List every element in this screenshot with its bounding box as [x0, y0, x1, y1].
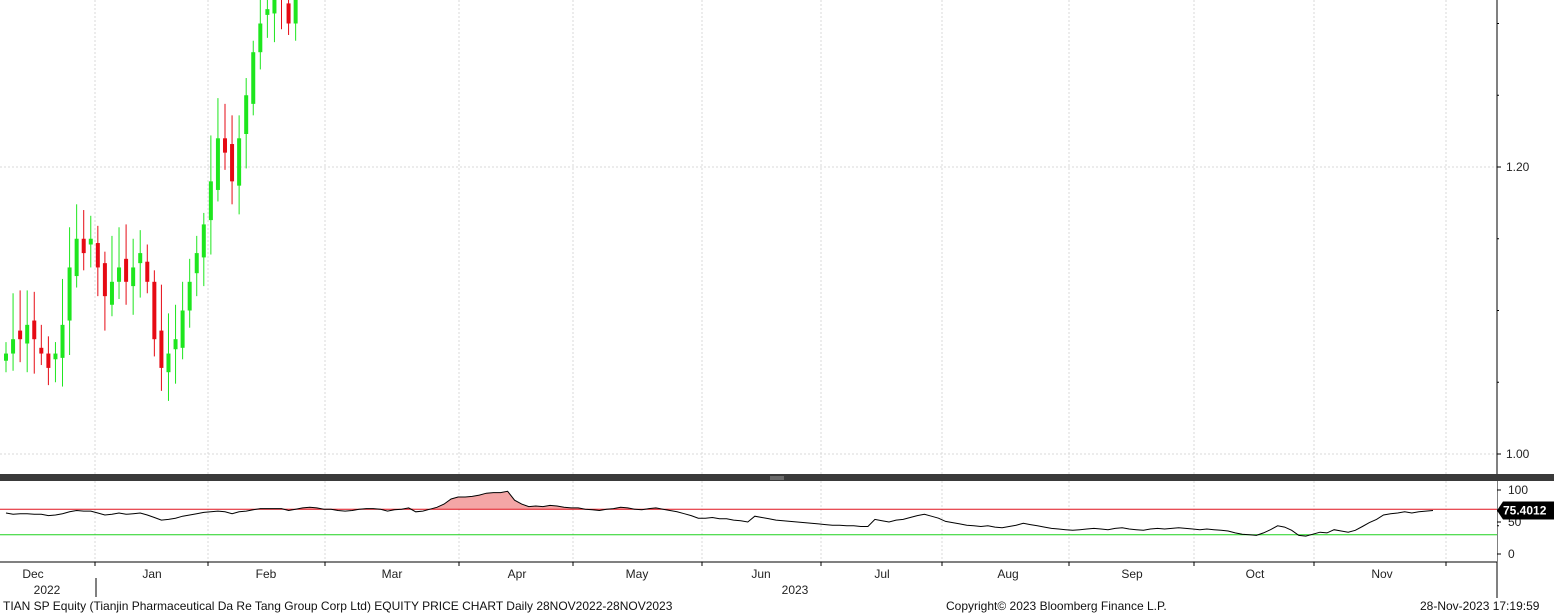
candle-body [109, 281, 114, 305]
candle-body [244, 95, 249, 134]
x-month-label: Dec [22, 567, 43, 581]
candle-body [237, 138, 242, 186]
candle-body [215, 138, 220, 190]
x-month-label: Aug [997, 567, 1018, 581]
candle-body [222, 138, 227, 153]
x-month-label: Jul [874, 567, 889, 581]
candle-body [180, 310, 185, 348]
rsi-value-tag: 75.4012 [1503, 503, 1547, 517]
candle-body [53, 353, 58, 360]
candle-body [18, 330, 23, 340]
candle-body [46, 353, 51, 368]
candle-body [138, 253, 143, 264]
candle-body [32, 320, 37, 340]
rsi-axis: 10050075.4012 [1497, 483, 1554, 561]
y-tick-label: 1.20 [1506, 160, 1530, 174]
footer-timestamp: 28-Nov-2023 17:19:59 [1420, 599, 1540, 613]
candle-body [131, 267, 136, 287]
chart-footer: TIAN SP Equity (Tianjin Pharmaceutical D… [0, 598, 1554, 615]
candle-body [272, 0, 277, 14]
x-month-label: Oct [1246, 567, 1265, 581]
chart-canvas: +7.84%-3.92% 1.001.201.401.601.802.002.2… [0, 0, 1554, 598]
candle-body [81, 238, 86, 254]
rsi-y-tick-label: 0 [1508, 547, 1515, 561]
x-month-label: May [626, 567, 649, 581]
rsi-y-tick-label: 100 [1508, 483, 1528, 497]
rsi-panel [0, 481, 1497, 562]
x-year-label: 2023 [782, 583, 809, 597]
candle-body [25, 324, 30, 344]
panel-divider[interactable] [0, 474, 1554, 481]
x-month-label: Feb [256, 567, 277, 581]
candle-body [74, 238, 79, 277]
candle-body [194, 253, 199, 274]
x-month-label: Nov [1371, 567, 1392, 581]
candle-body [201, 224, 206, 258]
candle-body [102, 263, 107, 297]
candle-body [159, 330, 164, 368]
candle-body [230, 144, 235, 182]
x-axis: Dec 2022 Jan Feb Mar Apr May Jun 2023 Jul Aug Sep Oc… [0, 561, 1497, 597]
candle-body [67, 267, 72, 321]
candle-body [208, 181, 213, 221]
x-month-label: Sep [1121, 567, 1143, 581]
candle-body [251, 52, 256, 104]
candle-body [117, 267, 122, 282]
price-grid [0, 0, 1497, 474]
x-month-label: Mar [382, 567, 403, 581]
candle-body [286, 3, 291, 24]
y-tick-label: 1.00 [1506, 447, 1530, 461]
candle-body [145, 261, 150, 282]
candle-body [152, 281, 157, 340]
x-month-label: Apr [508, 567, 527, 581]
x-month-label: Jun [751, 567, 770, 581]
candle-body [187, 281, 192, 311]
footer-copyright: Copyright© 2023 Bloomberg Finance L.P. [946, 599, 1167, 613]
candle-body [293, 0, 298, 24]
x-year-label: 2022 [34, 583, 61, 597]
candle-body [88, 238, 93, 245]
candle-body [166, 353, 171, 373]
candle-body [173, 339, 178, 350]
candle-body [60, 324, 65, 358]
price-plot-background [0, 0, 1497, 474]
x-month-label: Jan [142, 567, 161, 581]
candle-body [95, 243, 100, 268]
candle-body [124, 258, 129, 282]
footer-title: TIAN SP Equity (Tianjin Pharmaceutical D… [3, 599, 673, 613]
candle-body [4, 353, 8, 361]
candle-body [39, 347, 44, 354]
candle-body [11, 339, 16, 354]
candle-body [258, 23, 263, 53]
candle-body [265, 9, 270, 15]
